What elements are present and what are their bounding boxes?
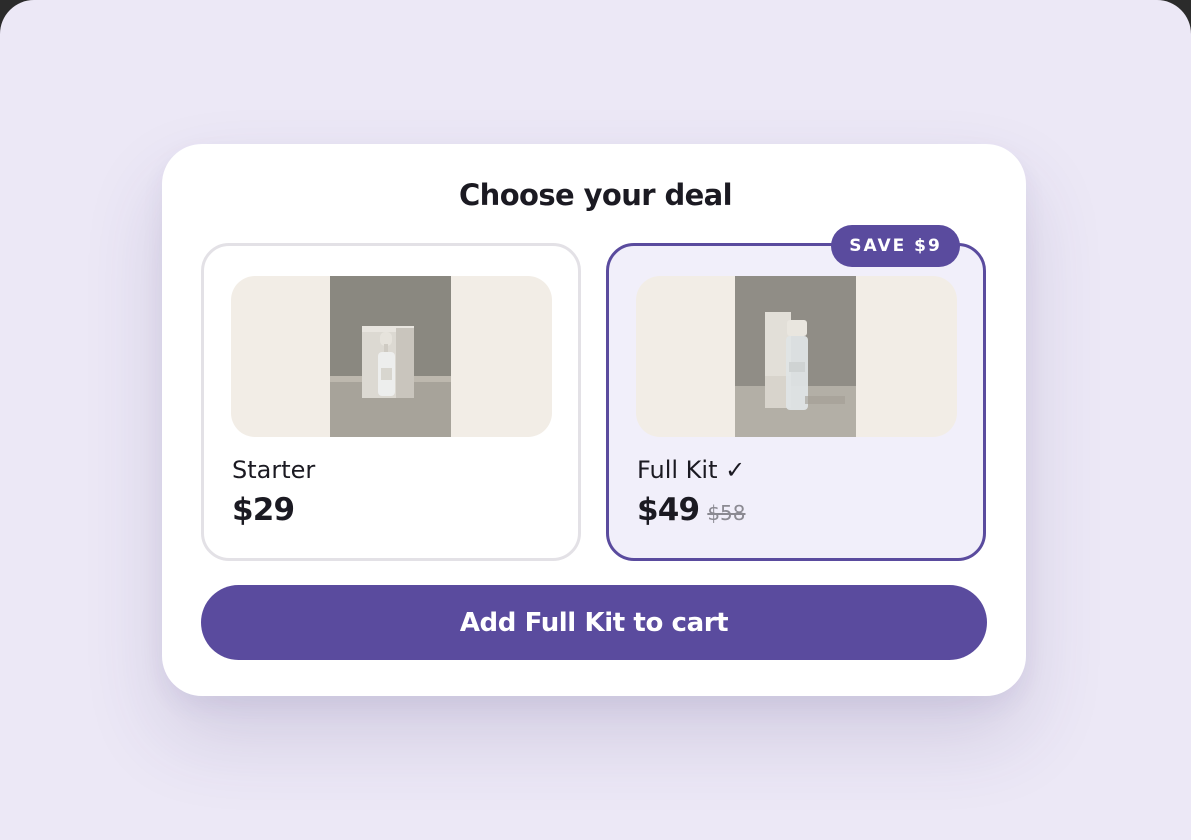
price-row: $29: [232, 492, 295, 528]
add-to-cart-button[interactable]: Add Full Kit to cart: [201, 585, 987, 660]
option-full-kit[interactable]: Full Kit ✓ $49 $58: [606, 243, 986, 561]
option-name: Starter: [232, 456, 316, 484]
product-photo-toner: [735, 276, 856, 437]
product-thumbnail: [636, 276, 957, 437]
page-title: Choose your deal: [458, 178, 733, 212]
product-thumbnail: [231, 276, 552, 437]
price-row: $49 $58: [637, 492, 746, 528]
option-price: $29: [232, 492, 295, 528]
option-price: $49: [637, 492, 700, 528]
product-photo-serum: [330, 276, 451, 437]
savings-badge: SAVE $9: [831, 225, 960, 267]
original-price: $58: [707, 501, 746, 525]
option-starter[interactable]: Starter $29: [201, 243, 581, 561]
option-name: Full Kit ✓: [637, 456, 746, 484]
